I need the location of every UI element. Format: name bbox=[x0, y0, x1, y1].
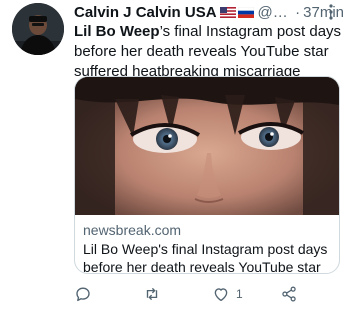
link-card[interactable]: newsbreak.com Lil Bo Weep's final Instag… bbox=[74, 76, 340, 274]
like-count: 1 bbox=[236, 287, 243, 301]
retweet-icon bbox=[146, 287, 158, 301]
reply-button[interactable] bbox=[74, 285, 92, 303]
us-flag-icon bbox=[219, 6, 236, 18]
flag-emojis bbox=[219, 6, 254, 18]
tweet-text-highlight: Lil Bo Weep bbox=[74, 23, 160, 40]
separator-dot: · bbox=[295, 3, 301, 21]
card-title: Lil Bo Weep's final Instagram post days … bbox=[83, 241, 328, 274]
more-vertical-icon[interactable] bbox=[324, 2, 338, 22]
heart-icon bbox=[214, 288, 228, 302]
share-icon bbox=[282, 286, 296, 302]
russia-flag-icon bbox=[237, 6, 254, 18]
tweet-header: Calvin J Calvin USA @WallSt... · 37min bbox=[74, 2, 344, 22]
tweet-actions: 1 bbox=[74, 285, 334, 307]
reply-icon bbox=[76, 287, 90, 302]
retweet-button[interactable] bbox=[142, 285, 162, 303]
card-domain: newsbreak.com bbox=[83, 222, 182, 238]
share-button[interactable] bbox=[280, 285, 298, 303]
like-button[interactable]: 1 bbox=[212, 285, 243, 303]
tweet-text: Lil Bo Weep’s final Instagram post days … bbox=[74, 22, 344, 82]
card-image bbox=[75, 77, 339, 215]
author-name[interactable]: Calvin J Calvin USA bbox=[74, 4, 217, 21]
avatar[interactable] bbox=[12, 3, 64, 55]
author-handle[interactable]: @WallSt... bbox=[258, 4, 293, 21]
